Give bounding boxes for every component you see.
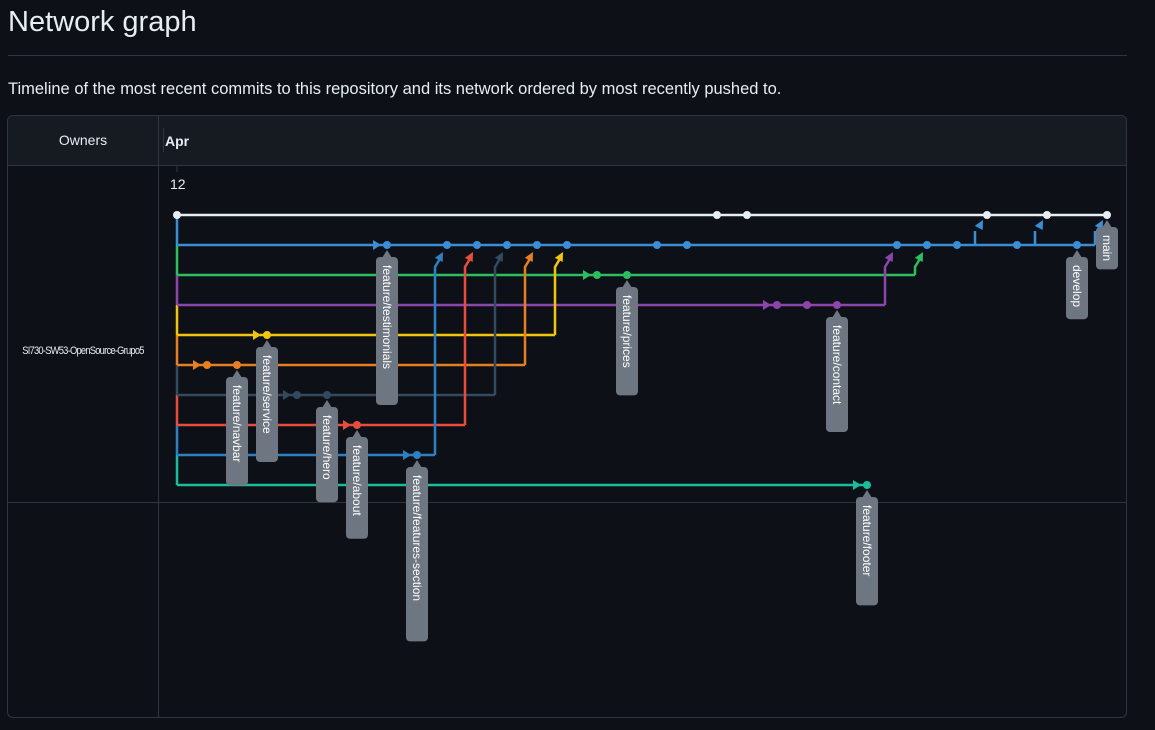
commit-dot[interactable] xyxy=(773,301,781,309)
branch-label: feature/navbar xyxy=(230,385,244,462)
commit-dot[interactable] xyxy=(833,301,841,309)
tag-pointer xyxy=(1072,250,1082,258)
branch-label: feature/about xyxy=(350,445,364,516)
arrow-icon xyxy=(763,300,771,310)
merge-line xyxy=(523,256,533,365)
commit-dot[interactable] xyxy=(413,451,421,459)
merge-line xyxy=(463,256,473,425)
branch-label: feature/footer xyxy=(860,505,874,576)
branch-label: feature/contact xyxy=(830,325,844,405)
arrow-icon xyxy=(343,420,351,430)
commit-dot[interactable] xyxy=(1073,241,1081,249)
tag-pointer xyxy=(352,430,362,438)
tag-pointer xyxy=(622,280,632,288)
arrow-icon xyxy=(193,360,201,370)
commit-dot[interactable] xyxy=(713,211,721,219)
merge-line xyxy=(493,256,503,395)
commit-dot[interactable] xyxy=(1043,211,1051,219)
arrow-icon xyxy=(583,270,591,280)
commit-dot[interactable] xyxy=(593,271,601,279)
commit-dot[interactable] xyxy=(383,241,391,249)
commit-dot[interactable] xyxy=(353,421,361,429)
branch-label: feature/prices xyxy=(620,295,634,368)
branch-label: feature/features-section xyxy=(410,475,424,601)
arrow-icon xyxy=(373,240,381,250)
commit-dot[interactable] xyxy=(803,301,811,309)
arrow-icon xyxy=(403,450,411,460)
network-graph-canvas[interactable]: 12 main develop feature/testimonials featur… xyxy=(0,0,1155,730)
branch-label: feature/testimonials xyxy=(380,265,394,369)
commit-dot[interactable] xyxy=(1103,211,1111,219)
commit-dot[interactable] xyxy=(683,241,691,249)
arrow-icon xyxy=(853,480,861,490)
day-label: 12 xyxy=(170,176,186,192)
tag-pointer xyxy=(262,340,272,348)
tag-pointer xyxy=(862,490,872,498)
branch-label: develop xyxy=(1070,265,1084,307)
commit-dot[interactable] xyxy=(1013,241,1021,249)
commit-dot[interactable] xyxy=(983,211,991,219)
commit-dot[interactable] xyxy=(203,361,211,369)
tag-pointer xyxy=(412,460,422,468)
branch-label: main xyxy=(1100,235,1114,261)
commit-dot[interactable] xyxy=(623,271,631,279)
arrow-icon xyxy=(974,220,983,231)
commit-dot[interactable] xyxy=(743,211,751,219)
commit-dot[interactable] xyxy=(323,391,331,399)
commit-dot[interactable] xyxy=(953,241,961,249)
arrow-icon xyxy=(283,390,291,400)
commit-dot[interactable] xyxy=(233,361,241,369)
commit-dot[interactable] xyxy=(503,241,511,249)
tag-pointer xyxy=(322,400,332,408)
merge-line xyxy=(883,256,893,305)
arrow-icon xyxy=(253,330,261,340)
tag-pointer xyxy=(382,250,392,258)
commit-dot[interactable] xyxy=(893,241,901,249)
commit-dot[interactable] xyxy=(443,241,451,249)
commit-dot[interactable] xyxy=(563,241,571,249)
commit-dot[interactable] xyxy=(533,241,541,249)
tag-pointer xyxy=(1102,220,1112,228)
commit-dot[interactable] xyxy=(653,241,661,249)
commit-dot[interactable] xyxy=(473,241,481,249)
commit-dot[interactable] xyxy=(293,391,301,399)
tag-pointer xyxy=(832,310,842,318)
branch-label: feature/hero xyxy=(320,415,334,480)
tag-pointer xyxy=(232,370,242,378)
commit-dot[interactable] xyxy=(863,481,871,489)
arrow-icon xyxy=(1034,220,1043,231)
branch-label: feature/service xyxy=(260,355,274,434)
commit-dot[interactable] xyxy=(263,331,271,339)
merge-line xyxy=(553,256,563,335)
commit-dot[interactable] xyxy=(923,241,931,249)
commit-dot[interactable] xyxy=(173,211,181,219)
